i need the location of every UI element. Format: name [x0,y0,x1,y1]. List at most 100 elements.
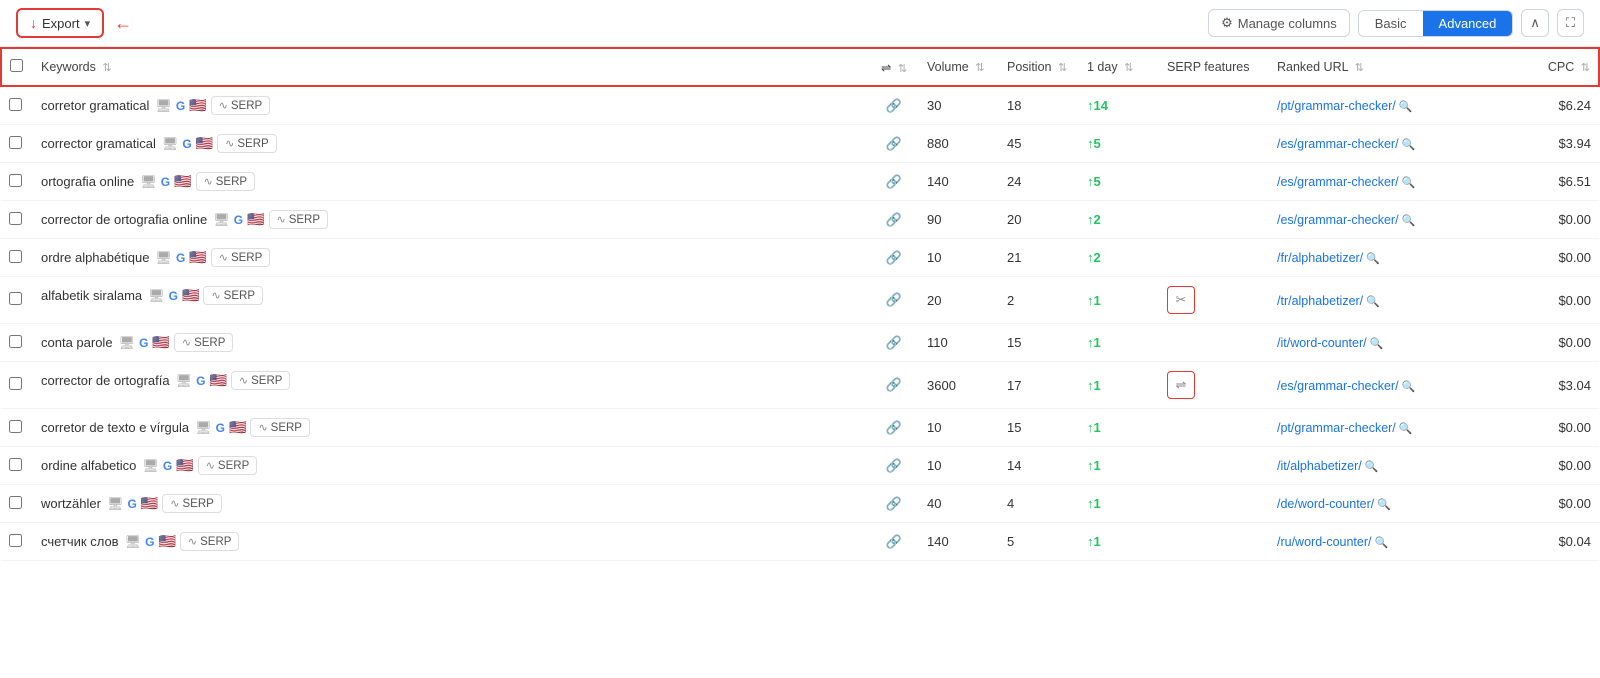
arrows-icon[interactable]: ⇌ [1167,371,1195,399]
row-checkbox[interactable] [9,377,22,390]
google-icon[interactable]: G [127,497,136,511]
serp-button[interactable]: ∿ SERP [198,456,258,475]
row-checkbox[interactable] [9,250,22,263]
google-icon[interactable]: G [161,175,170,189]
chain-link-icon[interactable]: 🔗 [886,98,902,113]
ranked-url-sort-icon[interactable]: ⇅ [1355,62,1364,74]
chain-link-icon[interactable]: 🔗 [886,292,902,307]
serp-button[interactable]: ∿ SERP [211,96,271,115]
ranked-url-link[interactable]: /tr/alphabetizer/ [1277,294,1363,308]
row-checkbox[interactable] [9,335,22,348]
ranked-url-link[interactable]: /pt/grammar-checker/ [1277,421,1396,435]
row-checkbox[interactable] [9,174,22,187]
row-checkbox[interactable] [9,458,22,471]
url-search-icon[interactable]: 🔍 [1402,215,1416,227]
ranked-url-link[interactable]: /es/grammar-checker/ [1277,137,1399,151]
monitor-icon[interactable]: 🖥 [162,136,179,152]
url-search-icon[interactable]: 🔍 [1399,101,1413,113]
serp-button[interactable]: ∿ SERP [203,286,263,305]
row-checkbox[interactable] [9,136,22,149]
ranked-url-link[interactable]: /pt/grammar-checker/ [1277,99,1396,113]
google-icon[interactable]: G [145,535,154,549]
serp-button[interactable]: ∿ SERP [269,210,329,229]
export-button[interactable]: ↓ Export ▾ [16,8,104,38]
url-search-icon[interactable]: 🔍 [1402,139,1416,151]
scissors-icon[interactable]: ✂ [1167,286,1195,314]
serp-button[interactable]: ∿ SERP [174,333,234,352]
monitor-icon[interactable]: 🖥 [142,458,159,474]
ranked-url-link[interactable]: /de/word-counter/ [1277,497,1374,511]
select-all-header[interactable] [1,48,33,86]
url-search-icon[interactable]: 🔍 [1370,338,1384,350]
serp-button[interactable]: ∿ SERP [250,418,310,437]
serp-button[interactable]: ∿ SERP [196,172,256,191]
chain-link-icon[interactable]: 🔗 [886,458,902,473]
tab-basic[interactable]: Basic [1359,11,1423,36]
collapse-button[interactable]: ∧ [1521,9,1549,37]
row-checkbox[interactable] [9,292,22,305]
monitor-icon[interactable]: 🖥 [148,288,165,304]
google-icon[interactable]: G [139,336,148,350]
monitor-icon[interactable]: 🖥 [140,174,157,190]
row-checkbox[interactable] [9,420,22,433]
ranked-url-link[interactable]: /fr/alphabetizer/ [1277,251,1363,265]
monitor-icon[interactable]: 🖥 [125,534,142,550]
monitor-icon[interactable]: 🖥 [155,250,172,266]
keywords-sort-icon[interactable]: ⇅ [102,62,111,74]
chain-link-icon[interactable]: 🔗 [886,420,902,435]
url-search-icon[interactable]: 🔍 [1366,296,1380,308]
google-icon[interactable]: G [163,459,172,473]
ranked-url-link[interactable]: /es/grammar-checker/ [1277,379,1399,393]
link-sort-icon[interactable]: ⇅ [898,63,907,75]
url-search-icon[interactable]: 🔍 [1402,177,1416,189]
monitor-icon[interactable]: 🖥 [119,335,136,351]
chain-link-icon[interactable]: 🔗 [886,136,902,151]
chain-link-icon[interactable]: 🔗 [886,250,902,265]
google-icon[interactable]: G [196,374,205,388]
tab-advanced[interactable]: Advanced [1423,11,1513,36]
ranked-url-link[interactable]: /it/alphabetizer/ [1277,459,1362,473]
chain-link-icon[interactable]: 🔗 [886,212,902,227]
url-search-icon[interactable]: 🔍 [1374,537,1388,549]
row-checkbox[interactable] [9,534,22,547]
serp-button[interactable]: ∿ SERP [211,248,271,267]
position-sort-icon[interactable]: ⇅ [1058,62,1067,74]
cpc-sort-icon[interactable]: ⇅ [1581,62,1590,74]
manage-columns-button[interactable]: ⚙ Manage columns [1208,9,1350,37]
volume-sort-icon[interactable]: ⇅ [975,62,984,74]
serp-button[interactable]: ∿ SERP [231,371,291,390]
url-search-icon[interactable]: 🔍 [1402,381,1416,393]
one-day-sort-icon[interactable]: ⇅ [1124,62,1133,74]
ranked-url-link[interactable]: /it/word-counter/ [1277,336,1367,350]
ranked-url-link[interactable]: /es/grammar-checker/ [1277,175,1399,189]
row-checkbox[interactable] [9,212,22,225]
chain-link-icon[interactable]: 🔗 [886,496,902,511]
url-search-icon[interactable]: 🔍 [1366,253,1380,265]
serp-button[interactable]: ∿ SERP [162,494,222,513]
chain-link-icon[interactable]: 🔗 [886,377,902,392]
monitor-icon[interactable]: 🖥 [107,496,124,512]
chain-link-icon[interactable]: 🔗 [886,335,902,350]
expand-button[interactable]: ⛶ [1557,9,1584,37]
monitor-icon[interactable]: 🖥 [195,420,212,436]
google-icon[interactable]: G [216,421,225,435]
monitor-icon[interactable]: 🖥 [213,212,230,228]
url-search-icon[interactable]: 🔍 [1399,423,1413,435]
chain-link-icon[interactable]: 🔗 [886,534,902,549]
chain-link-icon[interactable]: 🔗 [886,174,902,189]
google-icon[interactable]: G [182,137,191,151]
google-icon[interactable]: G [176,99,185,113]
ranked-url-link[interactable]: /es/grammar-checker/ [1277,213,1399,227]
serp-button[interactable]: ∿ SERP [217,134,277,153]
url-search-icon[interactable]: 🔍 [1377,499,1391,511]
monitor-icon[interactable]: 🖥 [176,373,193,389]
google-icon[interactable]: G [234,213,243,227]
ranked-url-link[interactable]: /ru/word-counter/ [1277,535,1371,549]
google-icon[interactable]: G [169,289,178,303]
monitor-icon[interactable]: 🖥 [155,98,172,114]
url-search-icon[interactable]: 🔍 [1365,461,1379,473]
google-icon[interactable]: G [176,251,185,265]
row-checkbox[interactable] [9,98,22,111]
row-checkbox[interactable] [9,496,22,509]
serp-button[interactable]: ∿ SERP [180,532,240,551]
